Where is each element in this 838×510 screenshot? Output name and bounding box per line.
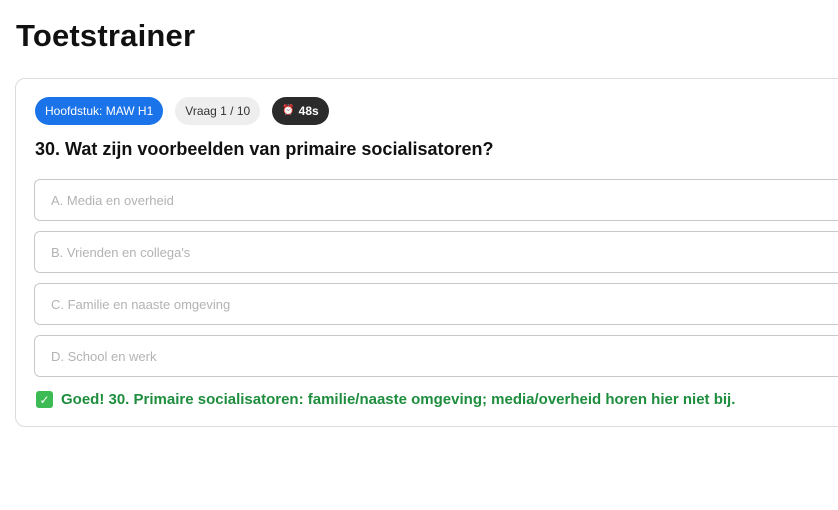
question-text: 30. Wat zijn voorbeelden van primaire so… (35, 139, 494, 159)
check-mark-icon: ✓ (36, 391, 53, 408)
answer-option-d[interactable]: D. School en werk (34, 335, 838, 377)
timer-value: 48s (298, 104, 319, 118)
feedback-message: ✓ Goed! 30. Primaire socialisatoren: fam… (36, 391, 735, 408)
answer-option-b[interactable]: B. Vrienden en collega's (34, 231, 838, 273)
answer-options: A. Media en overheid B. Vrienden en coll… (34, 179, 838, 387)
chapter-badge: Hoofdstuk: MAW H1 (35, 97, 164, 125)
quiz-card: Hoofdstuk: MAW H1 Vraag 1 / 10 ⏰ 48s 30.… (15, 78, 838, 427)
feedback-text: Goed! 30. Primaire socialisatoren: famil… (61, 391, 736, 408)
badge-row: Hoofdstuk: MAW H1 Vraag 1 / 10 ⏰ 48s (35, 97, 329, 125)
question-counter-badge: Vraag 1 / 10 (175, 97, 261, 125)
alarm-clock-icon: ⏰ (282, 105, 295, 116)
timer-badge: ⏰ 48s (272, 97, 329, 125)
answer-option-a[interactable]: A. Media en overheid (34, 179, 838, 221)
page-title: Toetstrainer (16, 18, 196, 53)
answer-option-c[interactable]: C. Familie en naaste omgeving (34, 283, 838, 325)
